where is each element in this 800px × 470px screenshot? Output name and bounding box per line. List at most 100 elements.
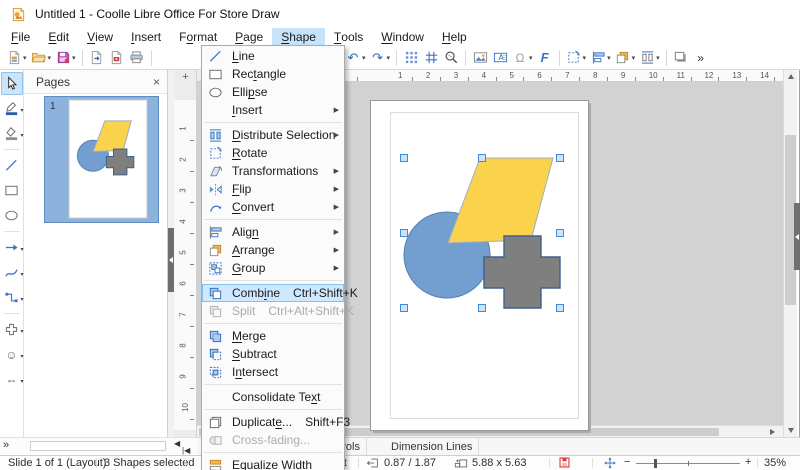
menu-item-line[interactable]: Line [202, 47, 344, 65]
ruler-label: 1 [179, 126, 188, 130]
menu-item-group[interactable]: Group▶ [202, 259, 344, 277]
lines-and-arrows-button[interactable]: ▾ [1, 236, 23, 259]
layer-tab-dimension-lines[interactable]: Dimension Lines [385, 438, 479, 455]
menu-item-ellipse[interactable]: Ellipse [202, 83, 344, 101]
arrange-dropdown-icon[interactable]: ▾ [632, 54, 636, 62]
menu-item-transformations[interactable]: Transformations▶ [202, 162, 344, 180]
menu-item-subtract[interactable]: Subtract [202, 345, 344, 363]
menubar-item-file[interactable]: File [2, 28, 39, 46]
block-arrows-button[interactable]: ⇔▾ [1, 368, 23, 391]
menu-item-rectangle[interactable]: Rectangle [202, 65, 344, 83]
scroll-up-icon[interactable] [784, 70, 798, 83]
snap-guides-button[interactable] [421, 48, 441, 68]
open-folder-icon [31, 50, 47, 66]
basic-shapes-button[interactable]: ▾ [1, 318, 23, 341]
export-button[interactable] [87, 48, 107, 68]
undo-button[interactable]: ↶▾ [343, 48, 368, 68]
menubar-item-tools[interactable]: Tools [325, 28, 372, 46]
menubar-item-edit[interactable]: Edit [39, 28, 78, 46]
menu-item-label: Equalize Width [232, 458, 312, 470]
shadow-button[interactable] [671, 48, 691, 68]
zoom-slider[interactable] [636, 463, 740, 464]
menubar-item-page[interactable]: Page [226, 28, 272, 46]
scroll-first-icon[interactable]: |◀ [182, 446, 190, 455]
fontwork-button[interactable]: F [535, 48, 555, 68]
distribute-dropdown-icon[interactable]: ▾ [656, 54, 660, 62]
rotate-dropdown-icon[interactable]: ▾ [583, 54, 587, 62]
align-objects-button[interactable]: ▾ [588, 48, 613, 68]
menu-item-arrange[interactable]: Arrange▶ [202, 241, 344, 259]
zoom-in-icon[interactable]: + [745, 456, 751, 468]
curves-and-polygons-button[interactable]: ▾ [1, 261, 23, 284]
menubar-item-window[interactable]: Window [372, 28, 433, 46]
save-dropdown-icon[interactable]: ▾ [72, 54, 76, 62]
fill-color-icon [4, 126, 20, 142]
menu-item-intersect[interactable]: Intersect [202, 363, 344, 381]
insert-image-button[interactable] [470, 48, 490, 68]
insert-line-button[interactable] [1, 154, 23, 177]
scroll-left-icon[interactable]: ◀ [174, 439, 180, 448]
menu-item-consolidate-text[interactable]: Consolidate Text [202, 388, 344, 406]
fit-slide-icon[interactable] [603, 456, 617, 470]
sidebar-show-handle[interactable] [794, 203, 800, 270]
save-button[interactable]: ▾ [53, 48, 78, 68]
menu-item-insert[interactable]: Insert▶ [202, 101, 344, 119]
close-icon[interactable]: × [153, 75, 160, 89]
undo-dropdown-icon[interactable]: ▾ [362, 54, 366, 62]
menu-item-align[interactable]: Align▶ [202, 223, 344, 241]
menu-item-flip[interactable]: Flip▶ [202, 180, 344, 198]
distribute-button[interactable]: ▾ [637, 48, 662, 68]
menu-item-distribute-selection[interactable]: Distribute Selection▶ [202, 126, 344, 144]
status-bar: Slide 1 of 1 (Layout) 3 Shapes selected … [0, 455, 800, 470]
insert-rectangle-button[interactable] [1, 179, 23, 202]
symbol-shapes-button[interactable]: ☺▾ [1, 343, 23, 366]
pages-panel-scrollbar[interactable] [30, 441, 166, 451]
menubar-item-insert[interactable]: Insert [122, 28, 170, 46]
new-document-dropdown-icon[interactable]: ▾ [23, 54, 27, 62]
select-button[interactable] [1, 72, 23, 95]
zoom-level[interactable]: 35% [764, 457, 786, 469]
align-objects-dropdown-icon[interactable]: ▾ [607, 54, 611, 62]
new-document-button[interactable]: ▾ [4, 48, 29, 68]
menu-item-rotate[interactable]: Rotate [202, 144, 344, 162]
zoom-slider-thumb[interactable] [654, 459, 657, 468]
menu-item-combine[interactable]: CombineCtrl+Shift+K [202, 284, 344, 302]
insert-text-box-button[interactable]: A [490, 48, 510, 68]
distribute-obj-icon [639, 50, 655, 66]
page-thumbnail[interactable]: 1 [44, 96, 159, 223]
menubar-item-help[interactable]: Help [433, 28, 476, 46]
special-character-button[interactable]: Ω▾ [510, 48, 535, 68]
redo-dropdown-icon[interactable]: ▾ [387, 54, 391, 62]
arrange-button[interactable]: ▾ [613, 48, 638, 68]
special-character-dropdown-icon[interactable]: ▾ [529, 54, 533, 62]
zoom-out-icon[interactable]: − [624, 456, 630, 468]
unsaved-changes-icon[interactable] [558, 456, 571, 470]
menu-item-duplicate[interactable]: Duplicate...Shift+F3 [202, 413, 344, 431]
menu-item-equalize-width[interactable]: Equalize Width [202, 456, 344, 470]
scroll-right-icon[interactable] [765, 426, 779, 437]
export-pdf-button[interactable] [107, 48, 127, 68]
menu-item-label: Merge [232, 329, 266, 343]
scroll-down-icon[interactable] [784, 424, 798, 437]
redo-button[interactable]: ↷▾ [368, 48, 393, 68]
connectors-button[interactable]: ▾ [1, 286, 23, 309]
fill-color-button[interactable]: ▾ [1, 122, 23, 145]
print-button[interactable] [127, 48, 147, 68]
rotate-button[interactable]: ▾ [564, 48, 589, 68]
line-color-button[interactable]: ▾ [1, 97, 23, 120]
open-dropdown-icon[interactable]: ▾ [48, 54, 52, 62]
open-button[interactable]: ▾ [29, 48, 54, 68]
zoom-button[interactable] [441, 48, 461, 68]
menubar-item-view[interactable]: View [78, 28, 122, 46]
insert-ellipse-button[interactable] [1, 204, 23, 227]
menu-item-shortcut: Shift+F3 [305, 415, 350, 429]
group-icon [207, 260, 223, 276]
toolbar-overflow-button[interactable]: » [691, 48, 711, 68]
menubar-item-shape[interactable]: Shape [272, 28, 325, 46]
display-grid-button[interactable] [401, 48, 421, 68]
toolbar-group-file: ▾ ▾ ▾ [4, 46, 156, 69]
menu-item-convert[interactable]: Convert▶ [202, 198, 344, 216]
menu-item-merge[interactable]: Merge [202, 327, 344, 345]
menubar-item-format[interactable]: Format [170, 28, 226, 46]
drawing-toolbar-overflow-icon[interactable]: » [3, 439, 9, 451]
